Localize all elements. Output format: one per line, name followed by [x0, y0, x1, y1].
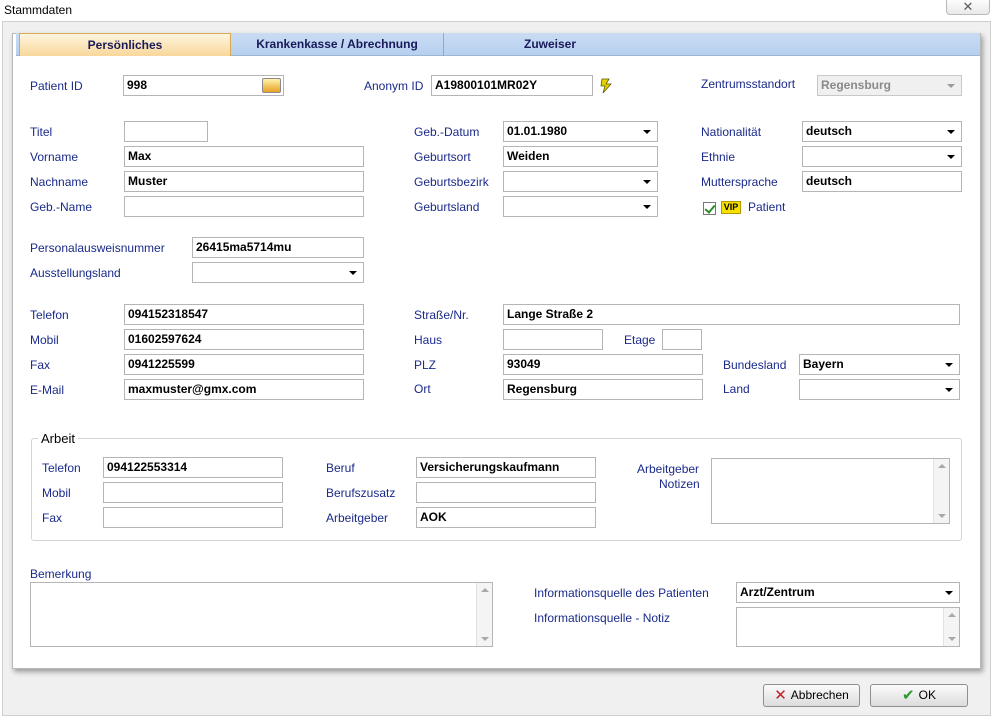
- arbeit-group-title: Arbeit: [38, 431, 78, 446]
- ok-button[interactable]: ✔ OK: [870, 684, 968, 707]
- etage-label: Etage: [624, 333, 656, 347]
- arbeitgeber-notizen-label-2: Notizen: [659, 477, 700, 491]
- beruf-field[interactable]: Versicherungskaufmann: [416, 457, 596, 478]
- arbeitgeber-label: Arbeitgeber: [326, 511, 389, 525]
- geburtsland-label: Geburtsland: [414, 200, 480, 214]
- berufszusatz-label: Berufszusatz: [326, 486, 396, 500]
- gebname-field[interactable]: [124, 196, 364, 217]
- vip-badge: VIP: [721, 201, 741, 214]
- cancel-button[interactable]: ✕ Abbrechen: [763, 684, 860, 707]
- close-icon[interactable]: ✕: [946, 0, 990, 15]
- check-icon: ✔: [902, 687, 915, 704]
- patient-id-field[interactable]: 998: [123, 75, 284, 96]
- arbeitgeber-field[interactable]: AOK: [416, 507, 596, 528]
- titel-field[interactable]: [124, 121, 208, 142]
- zentrum-label: Zentrumsstandort: [701, 77, 796, 91]
- ausstellungsland-label: Ausstellungsland: [30, 266, 121, 280]
- bemerkung-label: Bemerkung: [30, 567, 92, 581]
- id-card-icon[interactable]: [262, 78, 281, 93]
- x-icon: ✕: [774, 687, 787, 704]
- ausweis-field[interactable]: 26415ma5714mu: [192, 237, 364, 258]
- geburtsbezirk-label: Geburtsbezirk: [414, 175, 489, 189]
- plz-label: PLZ: [414, 358, 437, 372]
- gebdatum-field[interactable]: 01.01.1980: [503, 121, 658, 142]
- nachname-label: Nachname: [30, 175, 89, 189]
- nationalitaet-label: Nationalität: [701, 125, 762, 139]
- geburtsbezirk-select[interactable]: [503, 171, 658, 192]
- strasse-field[interactable]: Lange Straße 2: [503, 304, 960, 325]
- vip-checkbox[interactable]: [703, 202, 716, 215]
- ethnie-select[interactable]: [802, 146, 962, 167]
- bemerkung-textarea[interactable]: [30, 582, 493, 647]
- tab-persoenliches[interactable]: Persönliches: [19, 33, 231, 56]
- telefon-field[interactable]: 094152318547: [124, 304, 364, 325]
- email-field[interactable]: maxmuster@gmx.com: [124, 379, 364, 400]
- arbeit-telefon-field[interactable]: 094122553314: [103, 457, 283, 478]
- infoquelle-notiz-label: Informationsquelle - Notiz: [534, 611, 671, 625]
- muttersprache-field[interactable]: deutsch: [802, 171, 962, 192]
- bundesland-select[interactable]: Bayern: [799, 354, 960, 375]
- vip-patient-label: Patient: [748, 200, 786, 214]
- title-bar: Stammdaten ✕: [0, 0, 995, 22]
- anonym-id-label: Anonym ID: [364, 79, 424, 93]
- infoquelle-label: Informationsquelle des Patienten: [534, 586, 709, 600]
- cancel-button-label: Abbrechen: [790, 688, 849, 702]
- telefon-label: Telefon: [30, 308, 69, 322]
- vorname-label: Vorname: [30, 150, 79, 164]
- fax-field[interactable]: 0941225599: [124, 354, 364, 375]
- anonym-id-field[interactable]: A19800101MR02Y: [431, 75, 593, 96]
- vorname-field[interactable]: Max: [124, 146, 364, 167]
- window-title: Stammdaten: [4, 3, 73, 17]
- ort-field[interactable]: Regensburg: [503, 379, 703, 400]
- plz-field[interactable]: 93049: [503, 354, 703, 375]
- ausweis-label: Personalausweisnummer: [30, 241, 165, 255]
- geburtsland-select[interactable]: [503, 196, 658, 217]
- mobil-field[interactable]: 01602597624: [124, 329, 364, 350]
- land-select[interactable]: [799, 379, 960, 400]
- tab-krankenkasse[interactable]: Krankenkasse / Abrechnung: [231, 33, 444, 56]
- tab-strip: Persönliches Krankenkasse / Abrechnung Z…: [16, 33, 980, 56]
- gebname-label: Geb.-Name: [30, 200, 93, 214]
- notizen-scrollbar[interactable]: [933, 459, 949, 523]
- gebdatum-label: Geb.-Datum: [414, 125, 480, 139]
- patient-id-label: Patient ID: [30, 79, 83, 93]
- tab-zuweiser[interactable]: Zuweiser: [444, 33, 656, 56]
- mobil-label: Mobil: [30, 333, 59, 347]
- ok-button-label: OK: [918, 688, 936, 702]
- bundesland-label: Bundesland: [723, 358, 787, 372]
- land-label: Land: [723, 382, 750, 396]
- ethnie-label: Ethnie: [701, 150, 736, 164]
- etage-field[interactable]: [662, 329, 702, 350]
- arbeitgeber-notizen-textarea[interactable]: [711, 458, 950, 524]
- email-label: E-Mail: [30, 383, 65, 397]
- arbeit-telefon-label: Telefon: [42, 461, 81, 475]
- beruf-label: Beruf: [326, 461, 355, 475]
- arbeit-mobil-label: Mobil: [42, 486, 71, 500]
- arbeitgeber-notizen-label-1: Arbeitgeber: [637, 462, 700, 476]
- arbeit-fax-field[interactable]: [103, 507, 283, 528]
- infoquelle-notiz-textarea[interactable]: [736, 607, 960, 647]
- arbeit-mobil-field[interactable]: [103, 482, 283, 503]
- fax-label: Fax: [30, 358, 51, 372]
- ort-label: Ort: [414, 382, 431, 396]
- ausstellungsland-select[interactable]: [192, 262, 364, 283]
- berufszusatz-field[interactable]: [416, 482, 596, 503]
- zentrum-select[interactable]: Regensburg: [817, 75, 962, 96]
- nationalitaet-select[interactable]: deutsch: [802, 121, 962, 142]
- bemerkung-scrollbar[interactable]: [476, 583, 492, 646]
- infoquelle-scrollbar[interactable]: [943, 608, 959, 646]
- geburtsort-field[interactable]: Weiden: [503, 146, 658, 167]
- haus-field[interactable]: [503, 329, 603, 350]
- strasse-label: Straße/Nr.: [414, 308, 469, 322]
- geburtsort-label: Geburtsort: [414, 150, 471, 164]
- infoquelle-select[interactable]: Arzt/Zentrum: [736, 582, 960, 603]
- nachname-field[interactable]: Muster: [124, 171, 364, 192]
- haus-label: Haus: [414, 333, 443, 347]
- arbeit-fax-label: Fax: [42, 511, 63, 525]
- lightning-icon[interactable]: [598, 78, 616, 94]
- muttersprache-label: Muttersprache: [701, 175, 778, 189]
- titel-label: Titel: [30, 125, 53, 139]
